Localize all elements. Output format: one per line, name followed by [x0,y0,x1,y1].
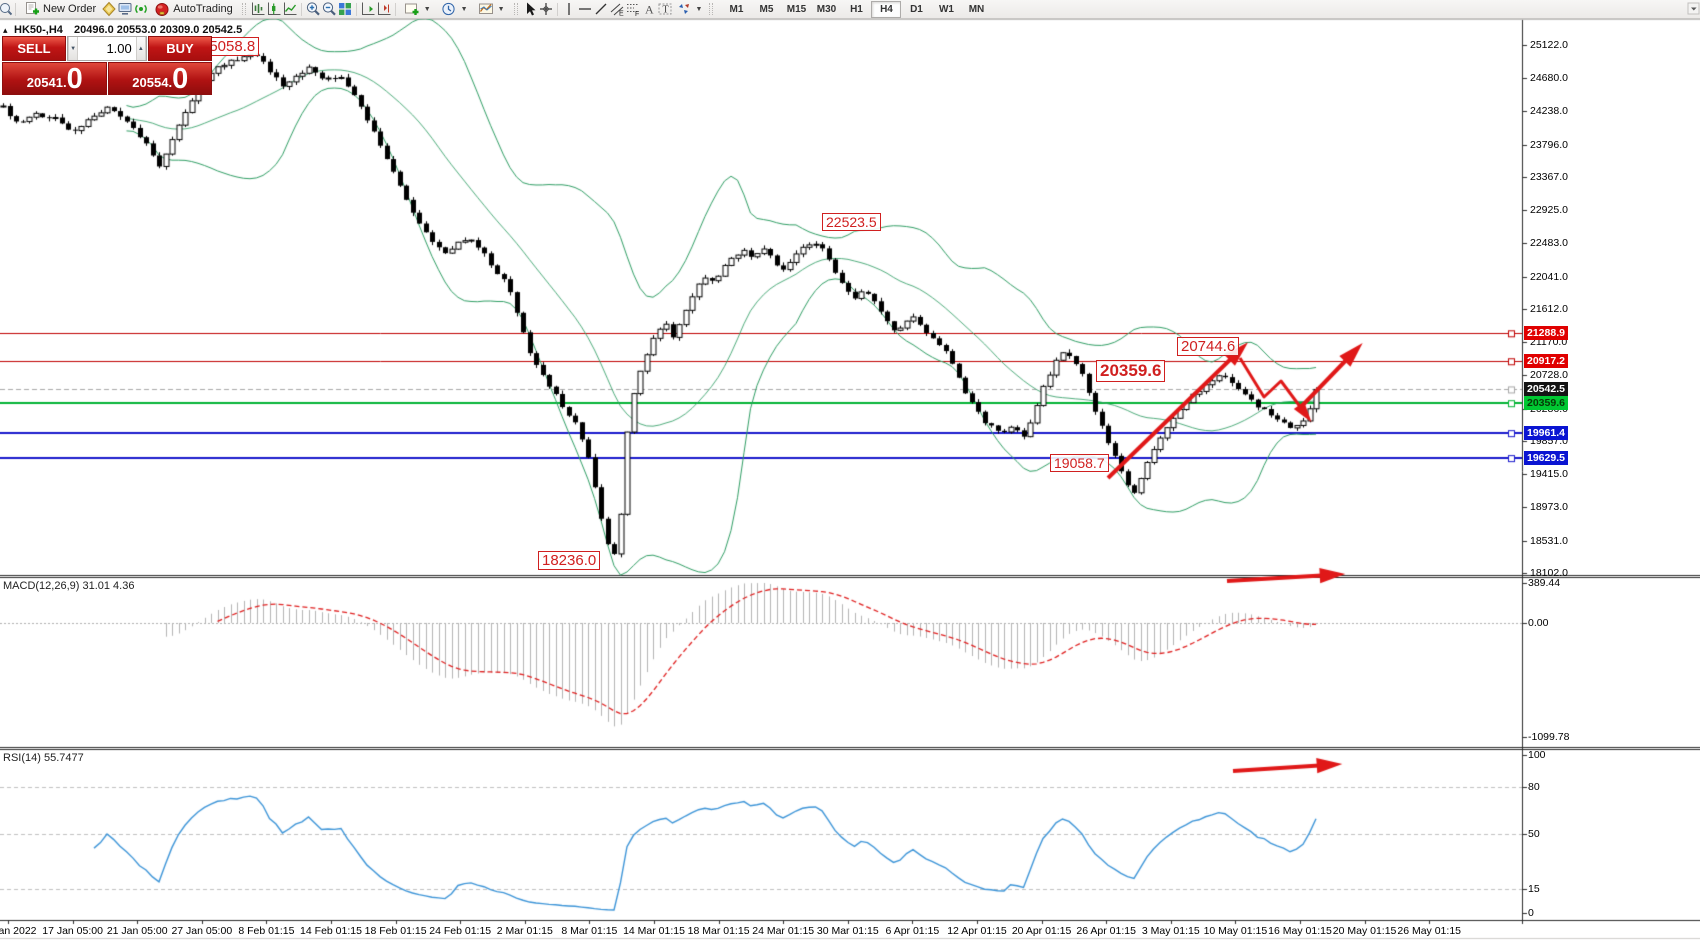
zoom-in-icon[interactable] [305,1,321,17]
arrows-dropdown[interactable]: ▼ [673,0,706,18]
timeframe-mn[interactable]: MN [961,1,991,18]
toolbar-separator [557,3,558,16]
toolbar-drag-handle[interactable] [709,3,713,15]
svg-text:F: F [635,11,639,17]
volume-increase-button[interactable]: ▲ [136,37,146,60]
buy-button[interactable]: BUY [148,36,212,61]
chart-shift-icon[interactable] [376,1,392,17]
svg-text:A: A [645,3,654,17]
main-toolbar: New Order AutoTrading [0,0,1700,19]
one-click-trading-panel: SELL ▼ ▲ BUY 20541.0 20554.0 [2,36,212,95]
text-label-icon[interactable]: T [657,1,673,17]
new-order-icon [24,1,40,17]
template-icon [478,1,494,17]
new-chart-dropdown[interactable]: ▼ [399,0,436,18]
autotrading-label: AutoTrading [173,3,233,15]
signals-icon[interactable] [133,1,149,17]
autotrading-icon [154,1,170,17]
auto-scroll-icon[interactable] [360,1,376,17]
buy-price-display[interactable]: 20554.0 [108,62,213,95]
new-order-button[interactable]: New Order [19,0,101,18]
fibonacci-icon[interactable]: F [625,1,641,17]
toolbar-separator [356,3,357,16]
timeframe-h4[interactable]: H4 [871,1,901,18]
magnifier-icon[interactable] [0,1,12,17]
trendline-icon[interactable] [593,1,609,17]
sell-button[interactable]: SELL [2,36,66,61]
autotrading-button[interactable]: AutoTrading [149,0,238,18]
bar-chart-icon[interactable] [250,1,266,17]
cursor-icon[interactable] [522,1,538,17]
chevron-down-icon: ▼ [424,6,431,13]
new-chart-icon [404,1,420,17]
template-dropdown[interactable]: ▼ [473,0,510,18]
vertical-line-icon[interactable] [561,1,577,17]
line-chart-icon[interactable] [282,1,298,17]
trade-panel-toggle-icon[interactable]: ▴ [3,25,8,36]
candlestick-chart-icon[interactable] [266,1,282,17]
toolbar-separator [15,3,16,16]
buy-price-big-digit: 0 [172,65,187,94]
volume-input[interactable] [78,37,136,60]
volume-decrease-button[interactable]: ▼ [68,37,78,60]
toolbar-drag-handle[interactable] [242,3,246,15]
timeframe-m1[interactable]: M1 [721,1,751,18]
svg-text:T: T [662,5,668,16]
chevron-down-icon: ▼ [461,6,468,13]
timeframe-w1[interactable]: W1 [931,1,961,18]
sell-price-display[interactable]: 20541.0 [2,62,107,95]
new-order-label: New Order [43,3,96,15]
chevron-down-icon: ▼ [696,6,703,13]
timeframe-d1[interactable]: D1 [901,1,931,18]
terminal-icon[interactable] [117,1,133,17]
chevron-down-icon: ▼ [498,6,505,13]
equidistant-channel-icon[interactable]: E [609,1,625,17]
toolbar-separator [395,3,396,16]
chart-canvas[interactable] [0,0,1700,940]
timeframe-m5[interactable]: M5 [751,1,781,18]
horizontal-line-icon[interactable] [577,1,593,17]
sell-price-big-digit: 0 [67,65,82,94]
mt4-terminal-window: New Order AutoTrading [0,0,1700,940]
styler-icon[interactable] [101,1,117,17]
periodicity-dropdown[interactable]: ▼ [436,0,473,18]
timeframe-m15[interactable]: M15 [781,1,811,18]
volume-control: ▼ ▲ [67,36,147,61]
buy-price-main: 20554. [132,75,172,94]
crosshair-icon[interactable] [538,1,554,17]
toolbar-overflow-icon[interactable] [1686,1,1700,17]
clock-icon [441,1,457,17]
zoom-out-icon[interactable] [321,1,337,17]
toolbar-separator [301,3,302,16]
svg-text:E: E [619,11,624,18]
text-icon[interactable]: A [641,1,657,17]
toolbar-drag-handle[interactable] [514,3,518,15]
arrows-icon [676,1,692,17]
tile-windows-icon[interactable] [337,1,353,17]
timeframe-h1[interactable]: H1 [841,1,871,18]
timeframe-group: M1M5M15M30H1H4D1W1MN [721,1,991,18]
sell-price-main: 20541. [27,75,67,94]
timeframe-m30[interactable]: M30 [811,1,841,18]
